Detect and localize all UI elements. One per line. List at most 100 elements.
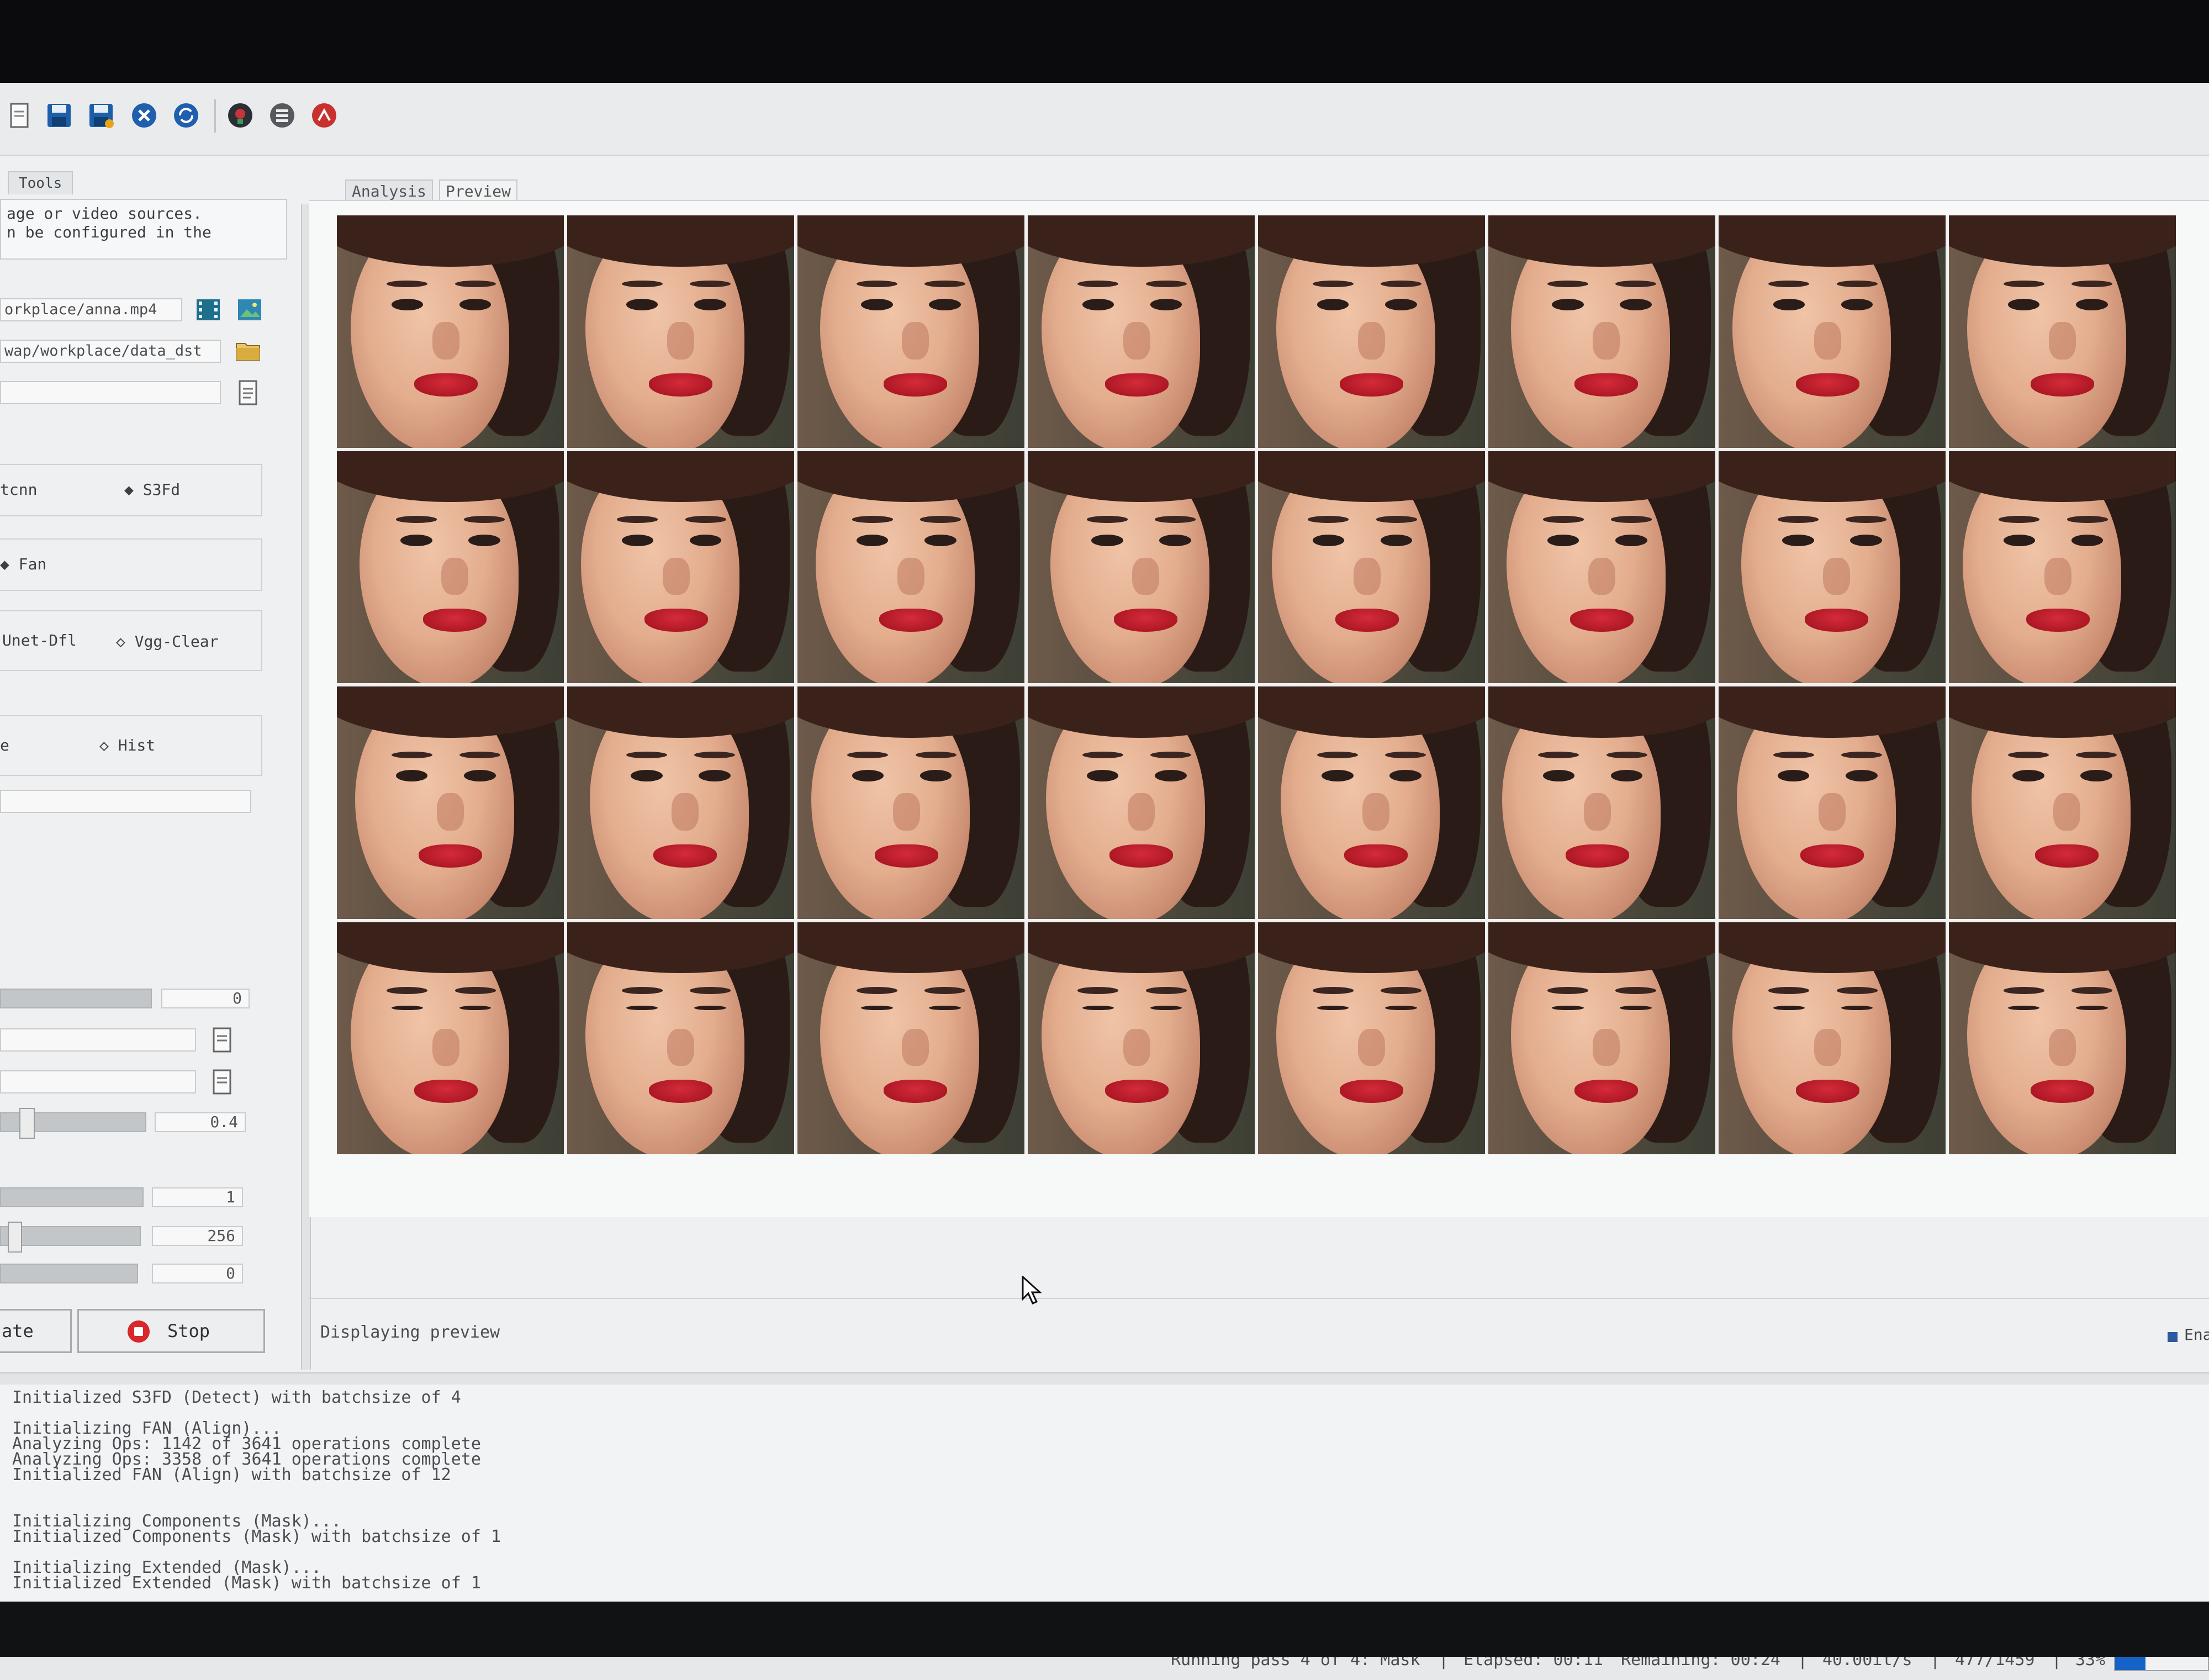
- face-thumbnail: [1949, 686, 2176, 919]
- face-thumbnail: [337, 215, 564, 448]
- image-file-icon[interactable]: [235, 295, 265, 325]
- slider-1[interactable]: [0, 989, 152, 1008]
- app-window: Tools age or video sources. n be configu…: [0, 83, 2209, 1680]
- normalization-option-a[interactable]: e: [0, 736, 9, 754]
- tab-tools[interactable]: Tools: [8, 171, 73, 194]
- face-thumbnail: [1488, 686, 1715, 919]
- horizontal-splitter[interactable]: [0, 1372, 2209, 1386]
- face-thumbnail: [797, 922, 1024, 1154]
- console-line: Initialized S3FD (Detect) with batchsize…: [12, 1388, 461, 1407]
- tab-preview[interactable]: Preview: [439, 179, 518, 203]
- face-thumbnail: [1258, 922, 1485, 1154]
- face-thumbnail: [1488, 451, 1715, 683]
- mouse-cursor-icon: [1022, 1275, 1042, 1307]
- video-file-icon[interactable]: [193, 295, 223, 325]
- normalization-option-hist-label: Hist: [118, 736, 156, 754]
- console-line: Initialized Extended (Mask) with batchsi…: [12, 1573, 481, 1593]
- options-panel: age or video sources. n be configured in…: [0, 193, 298, 1298]
- aligner-group: ◆ Fan: [0, 538, 262, 591]
- description-text: age or video sources. n be configured in…: [0, 199, 287, 260]
- detector-group: tcnn ◆ S3Fd: [0, 464, 262, 516]
- face-thumbnail: [567, 451, 794, 683]
- preview-status-text: Displaying preview: [320, 1323, 500, 1342]
- aligner-option-fan[interactable]: ◆ Fan: [0, 555, 46, 573]
- slider-5[interactable]: [0, 1264, 138, 1283]
- detector-option-s3fd[interactable]: ◆ S3Fd: [124, 480, 180, 499]
- document-icon[interactable]: [207, 1025, 237, 1055]
- train-icon[interactable]: [225, 101, 255, 130]
- tab-tools-label: Tools: [19, 175, 62, 192]
- aligner-option-fan-label: Fan: [18, 555, 47, 573]
- face-thumbnail: [1949, 215, 2176, 448]
- alignments-path-field[interactable]: [0, 381, 221, 404]
- slider-4-handle[interactable]: [8, 1222, 22, 1253]
- stop-icon: [128, 1320, 150, 1343]
- tab-analysis-label: Analysis: [352, 182, 426, 200]
- file-field-1[interactable]: [0, 1028, 196, 1052]
- document-icon[interactable]: [233, 378, 263, 408]
- tab-analysis[interactable]: Analysis: [345, 179, 433, 203]
- folder-icon[interactable]: [233, 336, 263, 366]
- face-thumbnail: [337, 451, 564, 683]
- console-line: Initialized FAN (Align) with batchsize o…: [12, 1465, 451, 1484]
- face-thumbnail: [1719, 686, 1946, 919]
- extra-field[interactable]: [0, 790, 251, 813]
- left-tabbar: Tools: [0, 171, 298, 194]
- normalization-option-hist[interactable]: ◇ Hist: [99, 736, 155, 754]
- save-icon[interactable]: [44, 101, 74, 130]
- stop-button[interactable]: Stop: [77, 1309, 265, 1353]
- convert-icon[interactable]: [309, 101, 339, 130]
- face-thumbnail: [337, 686, 564, 919]
- face-thumbnail: [567, 922, 794, 1154]
- document-icon[interactable]: [207, 1067, 237, 1097]
- detector-option-s3fd-label: S3Fd: [142, 480, 181, 499]
- stop-button-label: Stop: [167, 1320, 210, 1341]
- face-thumbnail: [1028, 451, 1255, 683]
- face-thumbnail: [1488, 215, 1715, 448]
- console-output: Initialized S3FD (Detect) with batchsize…: [0, 1385, 2209, 1633]
- input-path-field[interactable]: orkplace/anna.mp4: [0, 298, 182, 321]
- preview-grid: [337, 215, 2176, 1154]
- face-thumbnail: [1028, 686, 1255, 919]
- face-thumbnail: [1258, 451, 1485, 683]
- face-thumbnail: [337, 922, 564, 1154]
- slider-2-handle[interactable]: [19, 1108, 35, 1139]
- console-line: Initialized Components (Mask) with batch…: [12, 1527, 501, 1546]
- slider-3[interactable]: [0, 1187, 144, 1207]
- face-thumbnail: [567, 686, 794, 919]
- tab-preview-label: Preview: [446, 182, 511, 200]
- extract-icon[interactable]: [267, 101, 297, 130]
- reload-icon[interactable]: [171, 101, 201, 130]
- slider-1-value[interactable]: 0: [161, 989, 250, 1008]
- action-button-label: ate: [2, 1320, 34, 1341]
- action-button[interactable]: ate: [0, 1309, 72, 1353]
- slider-3-value[interactable]: 1: [152, 1187, 243, 1207]
- slider-5-value[interactable]: 0: [152, 1264, 243, 1283]
- new-file-icon[interactable]: [4, 101, 34, 130]
- slider-2-value[interactable]: 0.4: [155, 1112, 246, 1132]
- face-thumbnail: [1719, 451, 1946, 683]
- face-thumbnail: [797, 451, 1024, 683]
- masker-option-unet[interactable]: Unet-Dfl: [2, 631, 77, 649]
- file-field-2[interactable]: [0, 1070, 196, 1093]
- face-thumbnail: [797, 686, 1024, 919]
- slider-4-value[interactable]: 256: [152, 1226, 243, 1246]
- output-path-field[interactable]: wap/workplace/data_dst: [0, 340, 221, 363]
- face-thumbnail: [1028, 215, 1255, 448]
- enable-checkbox[interactable]: [2168, 1332, 2178, 1342]
- detector-option-a[interactable]: tcnn: [0, 480, 37, 499]
- masker-group: Unet-Dfl ◇ Vgg-Clear: [0, 610, 262, 671]
- normalization-group: e ◇ Hist: [0, 715, 262, 776]
- masker-option-vgg[interactable]: ◇ Vgg-Clear: [116, 632, 218, 651]
- clear-icon[interactable]: [129, 101, 159, 130]
- face-thumbnail: [1719, 215, 1946, 448]
- face-thumbnail: [1719, 922, 1946, 1154]
- monitor-bezel: [0, 1602, 2209, 1657]
- save-as-icon[interactable]: [86, 101, 116, 130]
- preview-status-bar: [309, 1298, 2209, 1365]
- face-thumbnail: [567, 215, 794, 448]
- face-thumbnail: [1488, 922, 1715, 1154]
- face-thumbnail: [1028, 922, 1255, 1154]
- face-thumbnail: [1949, 451, 2176, 683]
- enable-label: Ena: [2184, 1325, 2209, 1344]
